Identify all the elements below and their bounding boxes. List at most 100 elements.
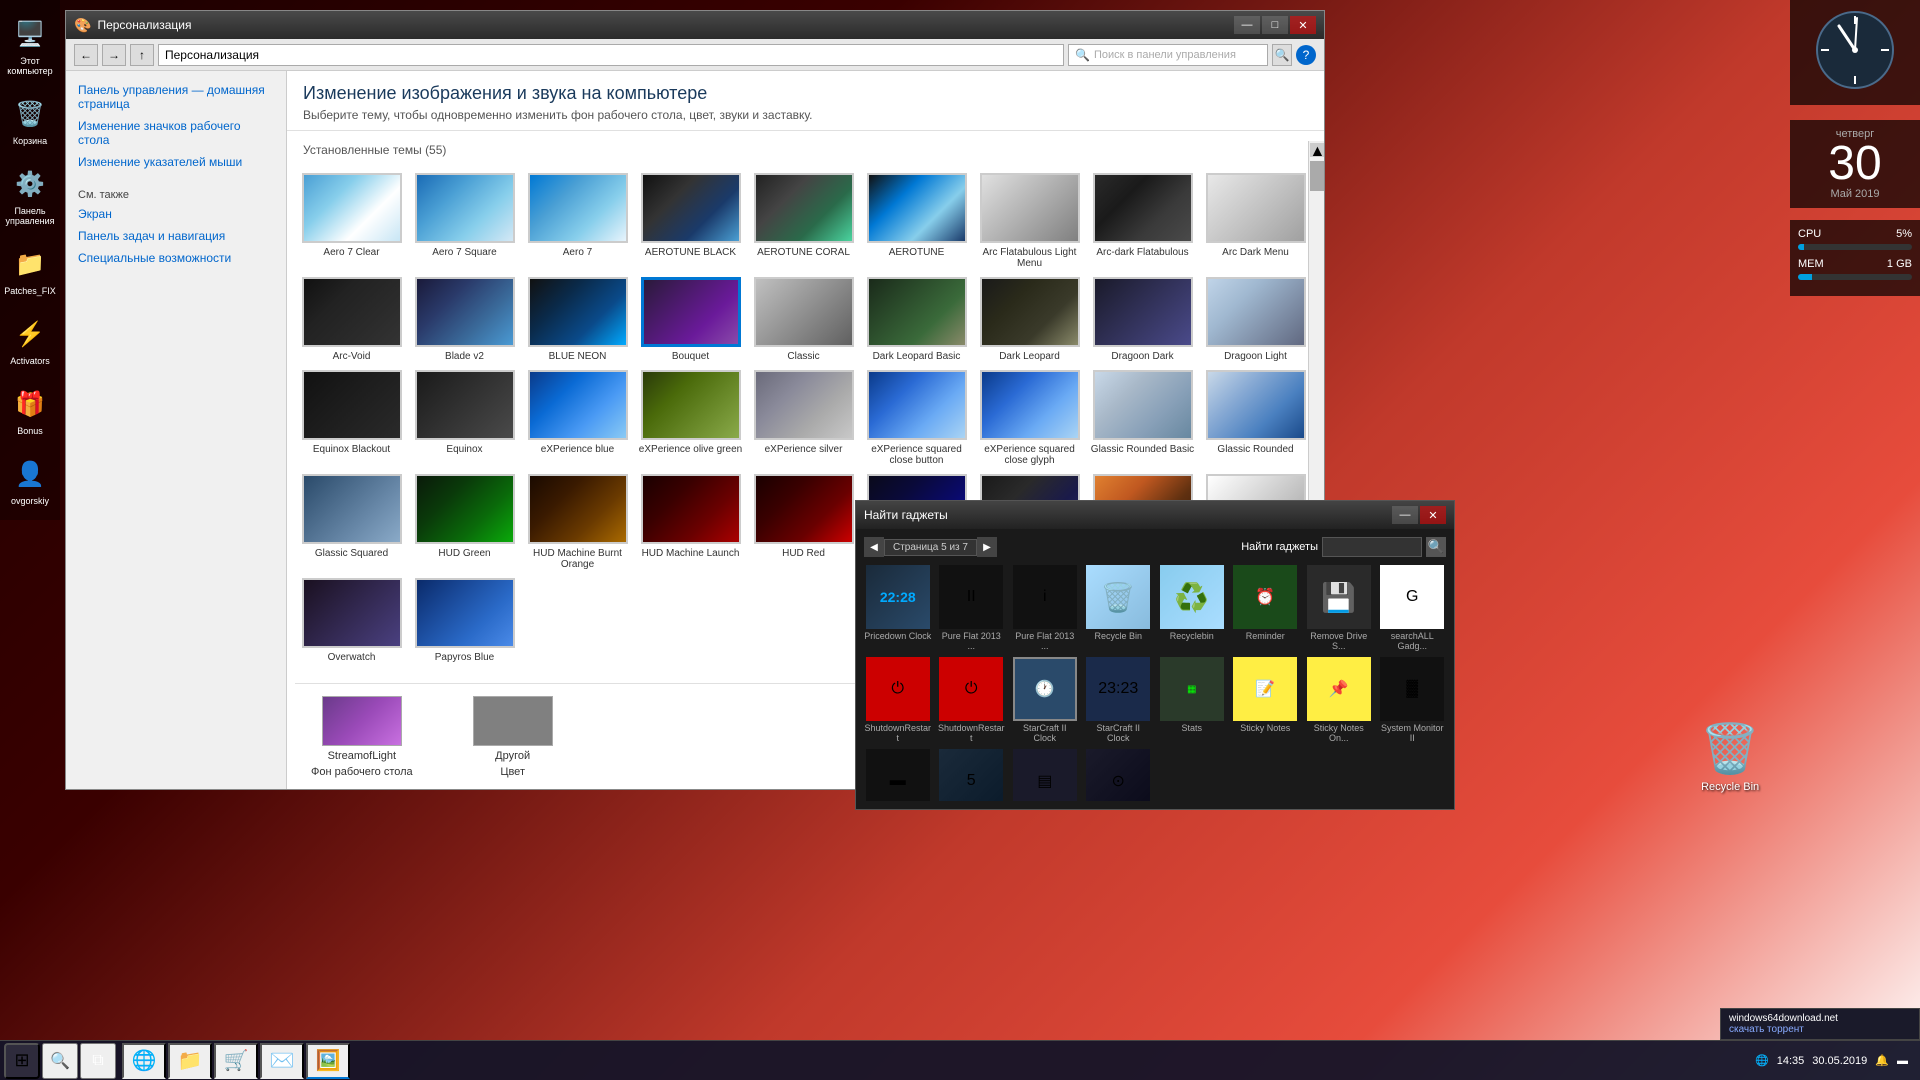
gadgets-minimize-btn[interactable]: — bbox=[1392, 506, 1418, 524]
gadget-item-g-shutdown2[interactable]: ⏻ShutdownRestart bbox=[938, 657, 1006, 743]
minimize-button[interactable]: — bbox=[1234, 16, 1260, 34]
taskbar-show-desktop-btn[interactable]: ▬ bbox=[1897, 1055, 1908, 1067]
gadget-item-g-pureflat1[interactable]: IIPure Flat 2013 ... bbox=[938, 565, 1006, 651]
theme-item-t-hud-launch[interactable]: HUD Machine Launch bbox=[638, 474, 743, 570]
gadget-item-g-recyclebin[interactable]: 🗑️Recycle Bin bbox=[1085, 565, 1153, 651]
gadget-item-g-stats[interactable]: ▦Stats bbox=[1158, 657, 1226, 743]
maximize-button[interactable]: □ bbox=[1262, 16, 1288, 34]
theme-item-t-papyros-blue[interactable]: Papyros Blue bbox=[412, 578, 517, 663]
theme-item-t-classic[interactable]: Classic bbox=[751, 277, 856, 362]
sidebar-icon-computer[interactable]: 🖥️ Этот компьютер bbox=[2, 10, 58, 80]
theme-item-t-blue-neon[interactable]: BLUE NEON bbox=[525, 277, 630, 362]
gadget-item-g-recyclebin2[interactable]: ♻️Recyclebin bbox=[1158, 565, 1226, 651]
theme-item-t-xp-silver[interactable]: eXPerience silver bbox=[751, 370, 856, 466]
theme-item-t-aero7clear[interactable]: Aero 7 Clear bbox=[299, 173, 404, 269]
recycle-bin-icon[interactable]: 🗑️ Recycle Bin bbox=[1700, 720, 1760, 793]
theme-item-t-hud-burnt[interactable]: HUD Machine Burnt Orange bbox=[525, 474, 630, 570]
gadgets-next-btn[interactable]: ▶ bbox=[977, 537, 997, 557]
sidebar-icon-bonus[interactable]: 🎁 Bonus bbox=[2, 380, 58, 440]
theme-item-t-xp-sq-close-glyph[interactable]: eXPerience squared close glyph bbox=[977, 370, 1082, 466]
gadget-item-g-pureflat2[interactable]: iPure Flat 2013 ... bbox=[1011, 565, 1079, 651]
gadget-item-g-transparent[interactable]: ⊙Transparent - cl... bbox=[1085, 749, 1153, 801]
theme-item-t-dark-leopard-basic[interactable]: Dark Leopard Basic bbox=[864, 277, 969, 362]
scroll-up-btn[interactable]: ▲ bbox=[1310, 143, 1324, 157]
task-view-btn[interactable]: ⧉ bbox=[80, 1043, 116, 1079]
gadget-item-g-sysmonitor[interactable]: ▓System Monitor II bbox=[1379, 657, 1447, 743]
forward-button[interactable]: → bbox=[102, 44, 126, 66]
gadget-item-g-stickynotes[interactable]: 📝Sticky Notes bbox=[1232, 657, 1300, 743]
theme-item-t-glassic-sq[interactable]: Glassic Squared bbox=[299, 474, 404, 570]
taskbar-store-btn[interactable]: 🛒 bbox=[214, 1043, 258, 1079]
search-bar[interactable]: 🔍 Поиск в панели управления bbox=[1068, 44, 1268, 66]
gadget-item-g-clock2[interactable]: 🕐StarCraft II Clock bbox=[1011, 657, 1079, 743]
search-button[interactable]: 🔍 bbox=[1272, 44, 1292, 66]
back-button[interactable]: ← bbox=[74, 44, 98, 66]
sidebar-icon-trash[interactable]: 🗑️ Корзина bbox=[2, 90, 58, 150]
taskbar-notification-icon[interactable]: 🔔 bbox=[1875, 1054, 1889, 1067]
gadget-item-g-shutdown1[interactable]: ⏻ShutdownRestart bbox=[864, 657, 932, 743]
theme-item-t-xp-olive[interactable]: eXPerience olive green bbox=[638, 370, 743, 466]
theme-item-t-bouquet[interactable]: Bouquet bbox=[638, 277, 743, 362]
theme-item-t-arc-void[interactable]: Arc-Void bbox=[299, 277, 404, 362]
theme-item-t-hud-red[interactable]: HUD Red bbox=[751, 474, 856, 570]
sidebar-icon-user[interactable]: 👤 ovgorskiy bbox=[2, 450, 58, 510]
taskbar-ie-btn[interactable]: 🌐 bbox=[122, 1043, 166, 1079]
gadgets-prev-btn[interactable]: ◀ bbox=[864, 537, 884, 557]
theme-item-t-arc-dark-menu[interactable]: Arc Dark Menu bbox=[1203, 173, 1308, 269]
theme-item-t-aero7[interactable]: Aero 7 bbox=[525, 173, 630, 269]
theme-item-t-overwatch[interactable]: Overwatch bbox=[299, 578, 404, 663]
gadgets-search-input[interactable] bbox=[1322, 537, 1422, 557]
start-button[interactable]: ⊞ bbox=[4, 1043, 40, 1079]
gadget-item-g-reminder[interactable]: ⏰Reminder bbox=[1232, 565, 1300, 651]
up-button[interactable]: ↑ bbox=[130, 44, 154, 66]
taskbar-mail-btn[interactable]: ✉️ bbox=[260, 1043, 304, 1079]
cpu-bar-fill bbox=[1798, 244, 1804, 250]
theme-item-t-dragoon-dark[interactable]: Dragoon Dark bbox=[1090, 277, 1195, 362]
gadget-item-g-starcraft[interactable]: 23:23StarCraft II Clock bbox=[1085, 657, 1153, 743]
theme-item-t-xp-sq-close-btn[interactable]: eXPerience squared close button bbox=[864, 370, 969, 466]
desktop-icons-link[interactable]: Изменение значков рабочего стола bbox=[78, 119, 274, 147]
theme-item-t-aerotune-black[interactable]: AEROTUNE BLACK bbox=[638, 173, 743, 269]
sidebar-icon-controlpanel[interactable]: ⚙️ Панель управления bbox=[2, 160, 58, 230]
sidebar-icon-activators[interactable]: ⚡ Activators bbox=[2, 310, 58, 370]
gadget-item-g-stickynotes2[interactable]: 📌Sticky Notes On... bbox=[1305, 657, 1373, 743]
gadgets-search-btn[interactable]: 🔍 bbox=[1426, 537, 1446, 557]
home-link[interactable]: Панель управления — домашняя страница bbox=[78, 83, 274, 111]
gadgets-close-btn[interactable]: ✕ bbox=[1420, 506, 1446, 524]
theme-item-t-aerotune-coral[interactable]: AEROTUNE CORAL bbox=[751, 173, 856, 269]
screen-link[interactable]: Экран bbox=[78, 207, 274, 221]
mouse-cursors-link[interactable]: Изменение указателей мыши bbox=[78, 155, 274, 169]
theme-item-t-arc-dark-flat[interactable]: Arc-dark Flatabulous bbox=[1090, 173, 1195, 269]
theme-item-t-aerotune[interactable]: AEROTUNE bbox=[864, 173, 969, 269]
theme-item-t-glassic-rounded-basic[interactable]: Glassic Rounded Basic bbox=[1090, 370, 1195, 466]
gadget-item-g-removedrive[interactable]: 💾Remove Drive S... bbox=[1305, 565, 1373, 651]
taskbar-search-btn[interactable]: 🔍 bbox=[42, 1043, 78, 1079]
close-button[interactable]: ✕ bbox=[1290, 16, 1316, 34]
theme-item-t-dark-leopard[interactable]: Dark Leopard bbox=[977, 277, 1082, 362]
theme-item-t-glassic-rounded[interactable]: Glassic Rounded bbox=[1203, 370, 1308, 466]
address-bar[interactable]: Персонализация bbox=[158, 44, 1064, 66]
gadget-item-g-sysuptime[interactable]: ▬System Uptime ... bbox=[864, 749, 932, 801]
theme-item-t-equinox[interactable]: Equinox bbox=[412, 370, 517, 466]
gadget-item-g-searchall[interactable]: GsearchALL Gadg... bbox=[1379, 565, 1447, 651]
theme-item-t-equinox-blackout[interactable]: Equinox Blackout bbox=[299, 370, 404, 466]
gadget-item-g-topprocess[interactable]: ▤Top Process Mo... bbox=[1011, 749, 1079, 801]
theme-item-t-hud-green[interactable]: HUD Green bbox=[412, 474, 517, 570]
accessibility-link[interactable]: Специальные возможности bbox=[78, 251, 274, 265]
theme-item-t-aero7sq[interactable]: Aero 7 Square bbox=[412, 173, 517, 269]
sidebar-icon-patches[interactable]: 📁 Patches_FIX bbox=[2, 240, 58, 300]
gadget-item-g-clock[interactable]: 22:28Pricedown Clock bbox=[864, 565, 932, 651]
theme-item-t-dragoon-light[interactable]: Dragoon Light bbox=[1203, 277, 1308, 362]
theme-name-t-hud-green: HUD Green bbox=[438, 548, 490, 559]
theme-item-t-xp-blue[interactable]: eXPerience blue bbox=[525, 370, 630, 466]
help-button[interactable]: ? bbox=[1296, 45, 1316, 65]
taskbar-link[interactable]: Панель задач и навигация bbox=[78, 229, 274, 243]
theme-item-t-arc-flat-light[interactable]: Arc Flatabulous Light Menu bbox=[977, 173, 1082, 269]
taskbar-control-panel-btn[interactable]: 🖼️ bbox=[306, 1043, 350, 1079]
scroll-thumb[interactable] bbox=[1310, 161, 1324, 191]
theme-name-t-bouquet: Bouquet bbox=[672, 351, 709, 362]
theme-thumb-t-glassic-rounded bbox=[1206, 370, 1306, 440]
theme-item-t-blade-v2[interactable]: Blade v2 bbox=[412, 277, 517, 362]
gadget-item-g-topfive[interactable]: 5Top Five bbox=[938, 749, 1006, 801]
taskbar-explorer-btn[interactable]: 📁 bbox=[168, 1043, 212, 1079]
